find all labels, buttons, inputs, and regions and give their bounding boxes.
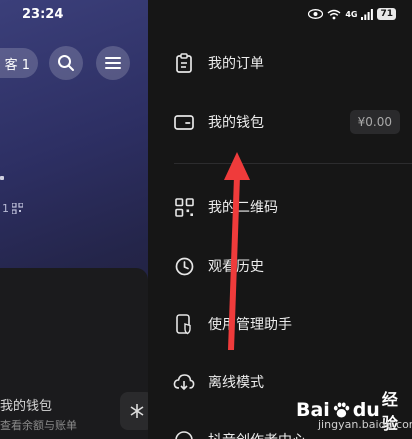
hamburger-icon (105, 57, 121, 69)
wallet-title: 我的钱包 (0, 399, 53, 414)
wifi-icon (327, 9, 341, 19)
menu-item-label: 抖音创作者中心 (208, 430, 306, 439)
menu-item-watch-history[interactable]: 观看历史 (148, 246, 412, 286)
menu-item-orders[interactable]: 我的订单 (148, 43, 412, 83)
visitor-count-label: 客 1 (4, 57, 30, 73)
menu-item-wallet[interactable]: 我的钱包 ¥0.00 (148, 102, 412, 142)
wallet-subtitle: 查看余额与账单 (0, 419, 77, 432)
qr-code-icon (173, 196, 195, 218)
signal-icon (361, 8, 374, 20)
menu-item-usage-assistant[interactable]: 使用管理助手 (148, 304, 412, 344)
creator-icon (173, 429, 195, 439)
menu-item-label: 离线模式 (208, 375, 264, 391)
wallet-balance-badge: ¥0.00 (349, 110, 400, 134)
background-page: 23:24 客 1 1 我的钱包 查看余额与账单 (0, 0, 148, 439)
network-type: 4G (345, 9, 358, 19)
side-number: 1 (2, 202, 9, 215)
paw-icon (333, 402, 350, 418)
search-icon (58, 55, 74, 71)
menu-item-qr-code[interactable]: 我的二维码 (148, 187, 412, 227)
phone-shield-icon (173, 313, 195, 335)
clock-icon (173, 255, 195, 277)
battery-indicator: 71 (377, 8, 396, 20)
qr-code-icon (12, 203, 23, 214)
menu-item-label: 我的二维码 (208, 200, 278, 216)
sparkle-icon (130, 404, 144, 418)
menu-button[interactable] (96, 46, 130, 80)
menu-divider (174, 163, 412, 164)
status-time: 23:24 (22, 7, 64, 22)
watermark-url: jingyan.baidu.com (318, 418, 412, 431)
cloud-download-icon (173, 371, 195, 393)
sparkle-button[interactable] (120, 392, 148, 430)
eye-icon (308, 9, 324, 19)
status-icons: 4G 71 (308, 8, 396, 20)
menu-item-label: 观看历史 (208, 259, 264, 275)
side-drawer: 4G 71 我的订单 我的钱包 ¥0.00 我的二维码 观看历史 使用管理助手 … (148, 0, 412, 439)
bullet-dot (0, 176, 4, 180)
visitor-count-pill[interactable]: 客 1 (0, 48, 38, 78)
menu-item-label: 使用管理助手 (208, 317, 292, 333)
menu-item-label: 我的钱包 (208, 115, 264, 131)
wallet-icon (173, 111, 195, 133)
search-button[interactable] (49, 46, 83, 80)
menu-item-label: 我的订单 (208, 56, 264, 72)
clipboard-icon (173, 52, 195, 74)
